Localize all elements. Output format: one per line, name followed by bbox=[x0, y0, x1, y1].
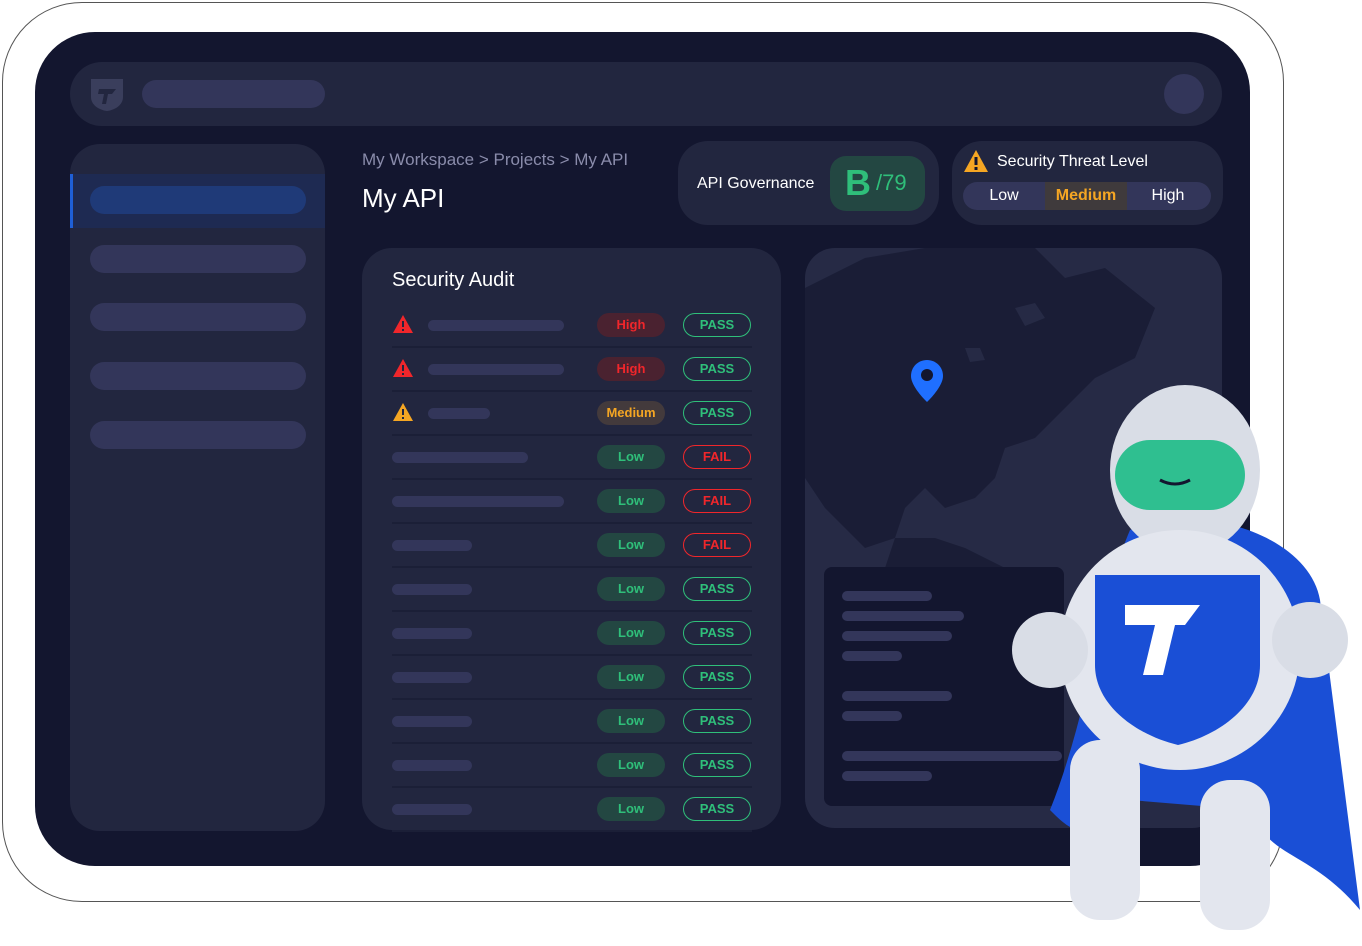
location-pin-icon[interactable] bbox=[909, 358, 945, 404]
audit-item-placeholder bbox=[428, 364, 564, 375]
top-bar bbox=[70, 62, 1222, 126]
audit-item-placeholder bbox=[392, 496, 564, 507]
severity-badge: Medium bbox=[597, 401, 665, 425]
severity-badge: Low bbox=[597, 753, 665, 777]
audit-row[interactable]: Low PASS bbox=[392, 700, 752, 744]
governance-grade-badge: B /79 bbox=[830, 156, 925, 211]
threat-title: Security Threat Level bbox=[997, 153, 1148, 170]
audit-row[interactable]: Low PASS bbox=[392, 744, 752, 788]
severity-badge: Low bbox=[597, 797, 665, 821]
severity-badge: High bbox=[597, 357, 665, 381]
severity-badge: Low bbox=[597, 489, 665, 513]
audit-row[interactable]: High PASS bbox=[392, 304, 752, 348]
audit-row[interactable]: Low FAIL bbox=[392, 436, 752, 480]
avatar[interactable] bbox=[1164, 74, 1204, 114]
audit-row[interactable]: Low FAIL bbox=[392, 480, 752, 524]
logo-icon bbox=[91, 79, 123, 111]
threat-option-medium[interactable]: Medium bbox=[1045, 182, 1127, 210]
audit-item-placeholder bbox=[392, 804, 472, 815]
grade: B bbox=[845, 162, 871, 203]
result-badge: PASS bbox=[683, 357, 751, 381]
threat-option-high[interactable]: High bbox=[1127, 182, 1209, 210]
severity-badge: Low bbox=[597, 577, 665, 601]
audit-item-placeholder bbox=[392, 672, 472, 683]
audit-row[interactable]: Low FAIL bbox=[392, 524, 752, 568]
result-badge: FAIL bbox=[683, 445, 751, 469]
warning-red-icon bbox=[393, 359, 413, 377]
audit-item-placeholder bbox=[392, 628, 472, 639]
governance-label: API Governance bbox=[697, 175, 815, 192]
sidebar bbox=[70, 144, 325, 831]
sidebar-item[interactable] bbox=[90, 421, 306, 449]
robot-mascot-illustration bbox=[1012, 385, 1360, 930]
severity-badge: High bbox=[597, 313, 665, 337]
api-governance-card: API Governance B /79 bbox=[678, 141, 939, 225]
sidebar-item[interactable] bbox=[90, 303, 306, 331]
result-badge: FAIL bbox=[683, 533, 751, 557]
severity-badge: Low bbox=[597, 709, 665, 733]
severity-badge: Low bbox=[597, 533, 665, 557]
result-badge: PASS bbox=[683, 577, 751, 601]
warning-icon bbox=[964, 150, 988, 172]
severity-badge: Low bbox=[597, 445, 665, 469]
audit-item-placeholder bbox=[392, 540, 472, 551]
result-badge: PASS bbox=[683, 313, 751, 337]
audit-row[interactable]: Low PASS bbox=[392, 612, 752, 656]
audit-item-placeholder bbox=[428, 408, 490, 419]
score: /79 bbox=[876, 170, 907, 195]
threat-option-low[interactable]: Low bbox=[963, 182, 1045, 210]
audit-item-placeholder bbox=[392, 760, 472, 771]
result-badge: PASS bbox=[683, 401, 751, 425]
result-badge: FAIL bbox=[683, 489, 751, 513]
sidebar-item-active[interactable] bbox=[70, 174, 325, 228]
audit-row[interactable]: Low PASS bbox=[392, 656, 752, 700]
audit-item-placeholder bbox=[392, 584, 472, 595]
severity-badge: Low bbox=[597, 621, 665, 645]
breadcrumb[interactable]: My Workspace > Projects > My API bbox=[362, 150, 628, 170]
page-title: My API bbox=[362, 183, 445, 213]
result-badge: PASS bbox=[683, 621, 751, 645]
security-audit-card: Security Audit High PASS High PASS Mediu… bbox=[362, 248, 781, 832]
sidebar-item[interactable] bbox=[90, 245, 306, 273]
audit-item-placeholder bbox=[428, 320, 564, 331]
audit-title: Security Audit bbox=[392, 269, 515, 291]
result-badge: PASS bbox=[683, 797, 751, 821]
threat-level-selector[interactable]: Low Medium High bbox=[963, 182, 1211, 210]
audit-item-placeholder bbox=[392, 452, 528, 463]
result-badge: PASS bbox=[683, 665, 751, 689]
audit-item-placeholder bbox=[392, 716, 472, 727]
audit-row[interactable]: Medium PASS bbox=[392, 392, 752, 436]
audit-row[interactable]: High PASS bbox=[392, 348, 752, 392]
result-badge: PASS bbox=[683, 753, 751, 777]
audit-row[interactable]: Low PASS bbox=[392, 788, 752, 832]
audit-row[interactable]: Low PASS bbox=[392, 568, 752, 612]
warning-orange-icon bbox=[393, 403, 413, 421]
threat-level-card: Security Threat Level Low Medium High bbox=[952, 141, 1223, 225]
severity-badge: Low bbox=[597, 665, 665, 689]
warning-red-icon bbox=[393, 315, 413, 333]
sidebar-item[interactable] bbox=[90, 362, 306, 390]
result-badge: PASS bbox=[683, 709, 751, 733]
search-placeholder[interactable] bbox=[142, 80, 325, 108]
